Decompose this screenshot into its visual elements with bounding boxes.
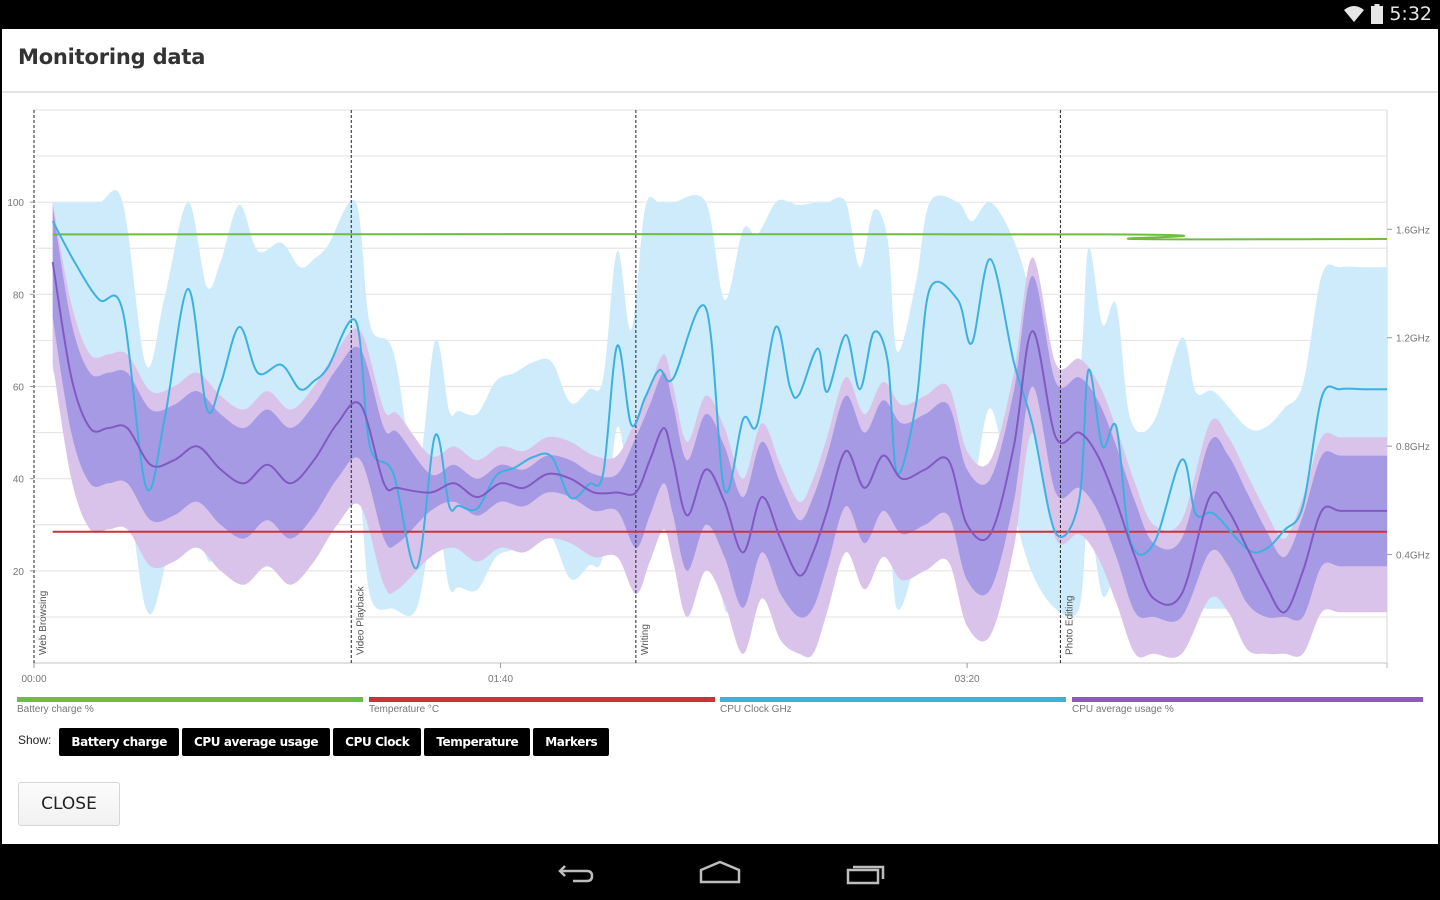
toggle-cpu-average-usage[interactable]: CPU average usage [181, 728, 331, 756]
legend-battery-label: Battery charge % [17, 704, 94, 715]
x-tick-label: 00:00 [21, 674, 46, 685]
marker-label: Writing [640, 624, 651, 655]
navigation-bar [0, 846, 1440, 900]
toggle-battery-charge[interactable]: Battery charge [59, 728, 179, 756]
y-tick-label: 40 [13, 475, 25, 486]
marker-label: Video Playback [355, 585, 366, 655]
legend-temperature-label: Temperature °C [369, 704, 440, 715]
marker-label: Web Browsing [38, 591, 49, 655]
legend-cpu-clock: CPU Clock GHz [720, 697, 1066, 717]
y2-tick-label: 1.2GHz [1396, 334, 1430, 345]
toggle-cpu-clock[interactable]: CPU Clock [333, 728, 422, 756]
legend-cpu-usage-swatch [1072, 697, 1423, 702]
y-tick-label: 100 [7, 198, 24, 209]
back-icon[interactable] [551, 858, 601, 888]
legend-temperature: Temperature °C [369, 697, 715, 717]
home-icon[interactable] [695, 858, 745, 888]
legend-battery: Battery charge % [17, 697, 363, 717]
battery-line [52, 233, 1388, 241]
x-tick-label: 03:20 [955, 674, 980, 685]
show-toggles: Show: Battery charge CPU average usage C… [18, 728, 612, 756]
toggle-markers[interactable]: Markers [533, 728, 610, 756]
y-tick-label: 80 [13, 290, 25, 301]
show-label: Show: [18, 733, 52, 747]
legend-cpu-clock-label: CPU Clock GHz [720, 704, 792, 715]
legend-cpu-usage-label: CPU average usage % [1072, 704, 1174, 715]
legend-battery-swatch [17, 697, 363, 702]
y2-tick-label: 1.6GHz [1396, 225, 1430, 236]
marker-label: Photo Editing [1064, 596, 1075, 656]
y2-tick-label: 0.8GHz [1396, 442, 1430, 453]
legend-cpu-usage: CPU average usage % [1072, 697, 1423, 717]
close-button[interactable]: CLOSE [18, 782, 120, 826]
y2-tick-label: 0.4GHz [1396, 551, 1430, 562]
monitoring-chart: Web Browsing Video Playback Writing Photo E… [7, 109, 1430, 685]
legend-cpu-clock-swatch [720, 697, 1066, 702]
toggle-temperature[interactable]: Temperature [424, 728, 531, 756]
y-tick-label: 20 [13, 567, 25, 578]
x-tick-label: 01:40 [488, 674, 513, 685]
recents-icon[interactable] [840, 858, 890, 888]
y-tick-label: 60 [13, 383, 25, 394]
legend-temperature-swatch [369, 697, 715, 702]
